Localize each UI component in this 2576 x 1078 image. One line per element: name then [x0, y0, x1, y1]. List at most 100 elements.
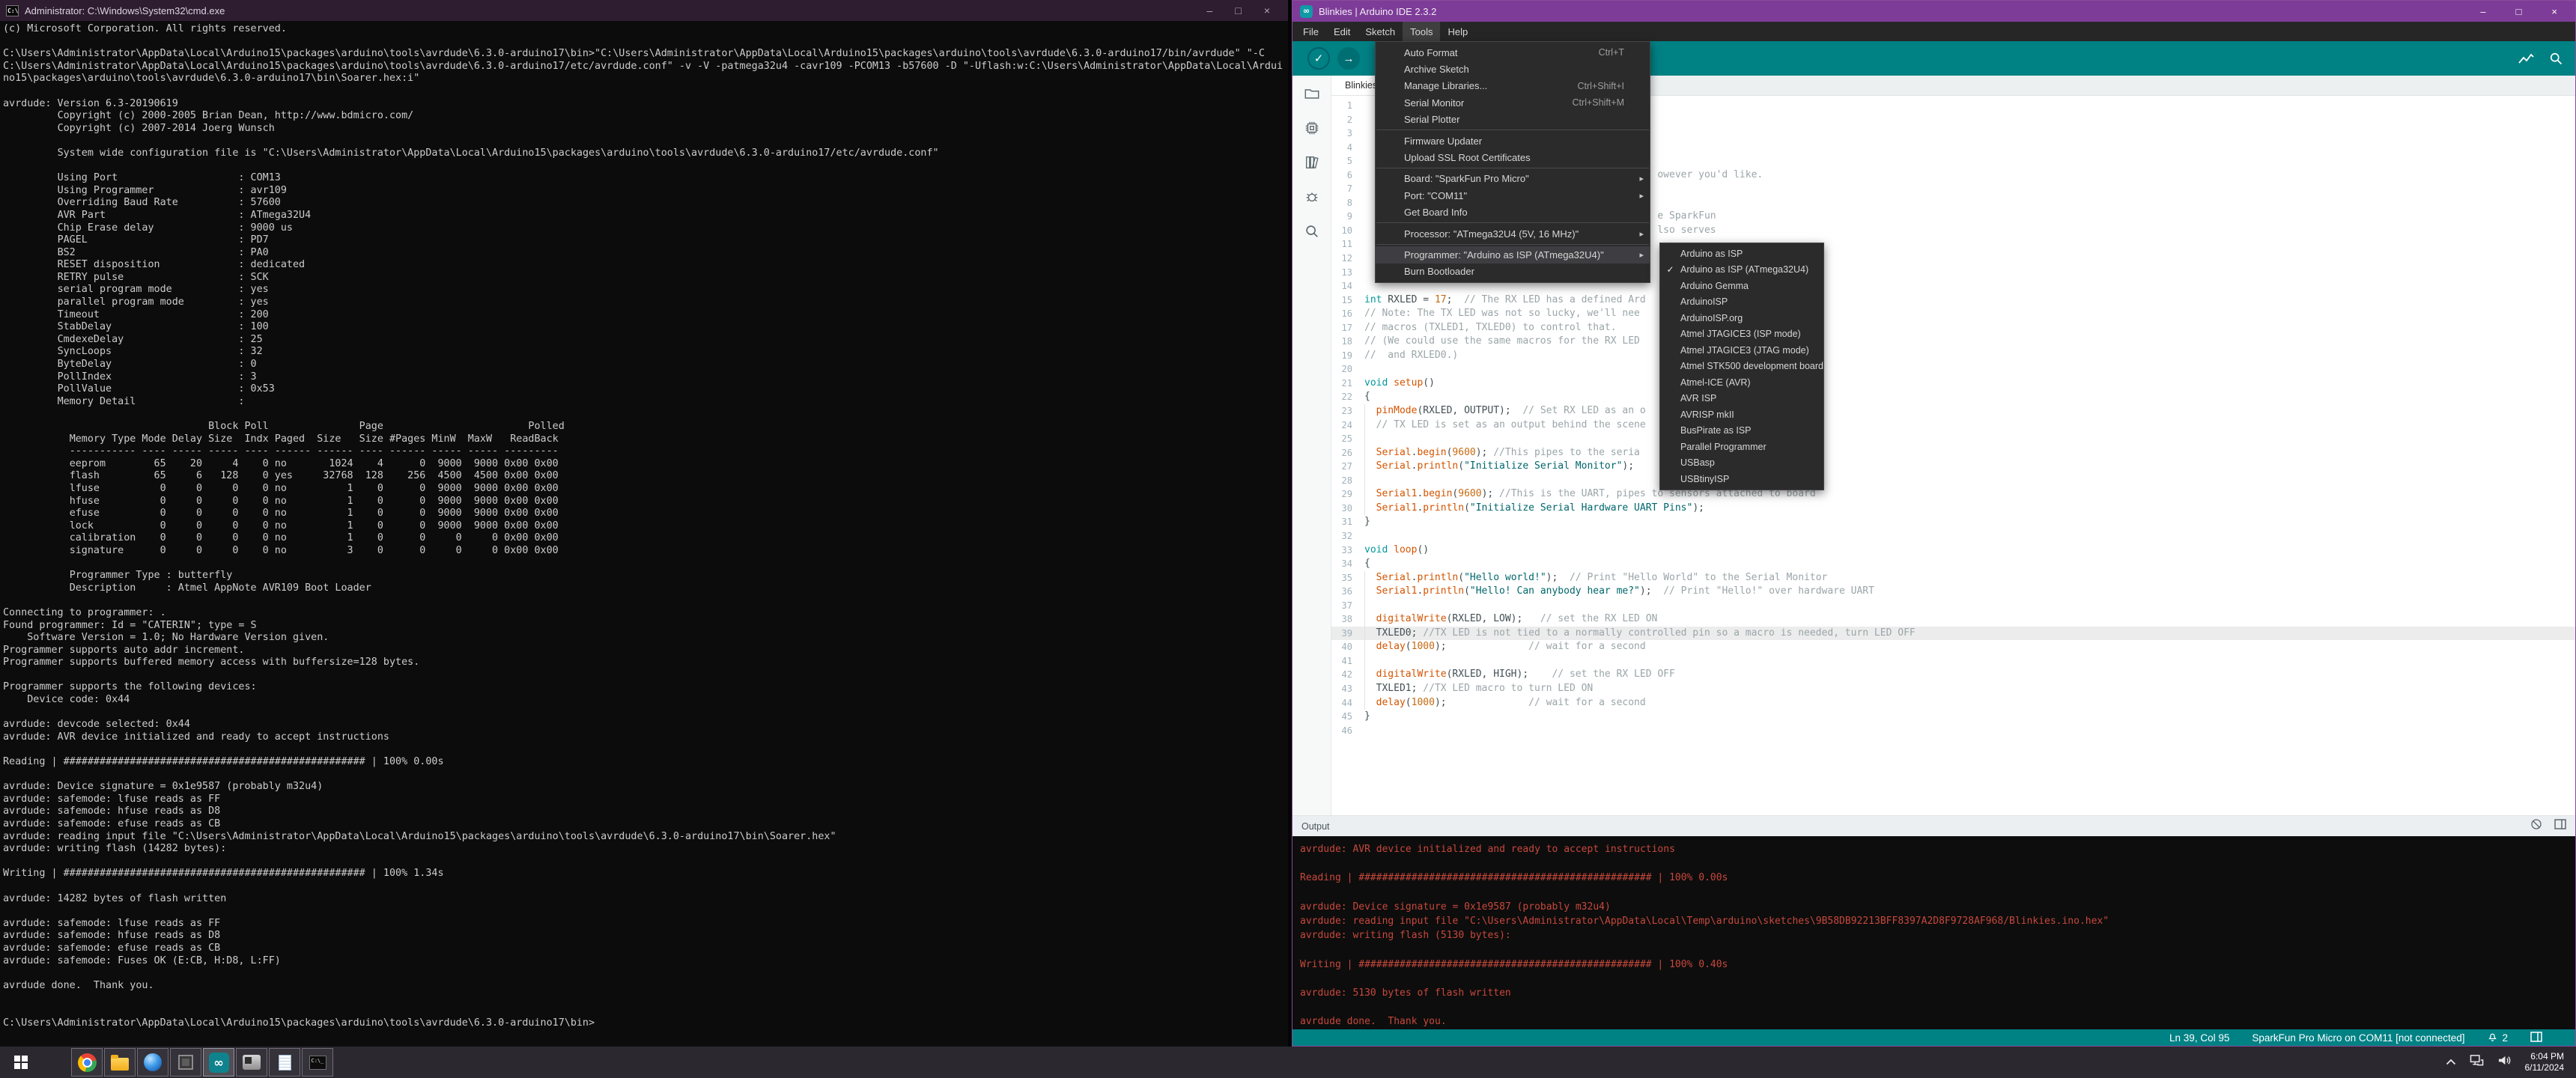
programmer-option-atmel-jtagice3-jtag-mode[interactable]: Atmel JTAGICE3 (JTAG mode): [1660, 342, 1823, 359]
code-line[interactable]: 38 digitalWrite(RXLED, LOW); // set the …: [1331, 612, 2575, 627]
terminal-minimize-button[interactable]: –: [1207, 4, 1213, 16]
code-line[interactable]: 45}: [1331, 710, 2575, 724]
menubar-item-sketch[interactable]: Sketch: [1358, 22, 1403, 41]
sidebar-boards-button[interactable]: [1298, 116, 1325, 143]
code-line[interactable]: 27 Serial.println("Initialize Serial Mon…: [1331, 460, 2575, 474]
notifications-badge[interactable]: 2: [2487, 1031, 2508, 1045]
programmer-option-usbasp[interactable]: USBasp: [1660, 455, 1823, 472]
programmer-option-arduino-as-isp-atmega32u4[interactable]: ✓Arduino as ISP (ATmega32U4): [1660, 262, 1823, 278]
board-status[interactable]: SparkFun Pro Micro on COM11 [not connect…: [2252, 1032, 2464, 1044]
terminal-close-button[interactable]: ×: [1264, 4, 1270, 16]
programmer-option-arduino-gemma[interactable]: Arduino Gemma: [1660, 278, 1823, 294]
code-line[interactable]: 17// macros (TXLED1, TXLED0) to control …: [1331, 321, 2575, 335]
tray-chevron-up-icon[interactable]: [2446, 1056, 2456, 1069]
code-line[interactable]: 36 Serial1.println("Hello! Can anybody h…: [1331, 585, 2575, 599]
menubar-item-help[interactable]: Help: [1440, 22, 1475, 41]
tools-menu-item-firmware-updater[interactable]: Firmware Updater: [1376, 133, 1650, 149]
programmer-device-taskbar-button[interactable]: [236, 1048, 267, 1077]
toggle-panel-icon[interactable]: [2530, 1032, 2542, 1044]
terminal-titlebar[interactable]: C:\ Administrator: C:\Windows\System32\c…: [0, 0, 1288, 21]
globe-taskbar-button[interactable]: [137, 1048, 168, 1077]
code-line[interactable]: 18// (We could use the same macros for t…: [1331, 335, 2575, 349]
tools-menu-item-board-sparkfun-pro-micro[interactable]: Board: "SparkFun Pro Micro"▸: [1376, 171, 1650, 187]
code-line[interactable]: 20: [1331, 362, 2575, 377]
code-line[interactable]: 34{: [1331, 557, 2575, 571]
tools-menu-item-burn-bootloader[interactable]: Burn Bootloader: [1376, 264, 1650, 280]
code-line[interactable]: 25: [1331, 432, 2575, 446]
tools-menu-item-get-board-info[interactable]: Get Board Info: [1376, 204, 1650, 221]
programmer-option-parallel-programmer[interactable]: Parallel Programmer: [1660, 439, 1823, 455]
network-icon[interactable]: [2470, 1054, 2484, 1071]
tools-menu-item-processor-atmega32u4-5v-16-mhz[interactable]: Processor: "ATmega32U4 (5V, 16 MHz)"▸: [1376, 225, 1650, 242]
output-console[interactable]: avrdude: AVR device initialized and read…: [1292, 836, 2575, 1029]
sidebar-debug-button[interactable]: [1298, 185, 1325, 212]
tools-menu-item-manage-libraries[interactable]: Manage Libraries...Ctrl+Shift+I: [1376, 78, 1650, 94]
programmer-option-usbtinyisp[interactable]: USBtinyISP: [1660, 471, 1823, 487]
upload-button[interactable]: →: [1337, 47, 1360, 70]
sidebar-library-button[interactable]: [1298, 150, 1325, 177]
serial-monitor-icon[interactable]: [2548, 51, 2563, 70]
code-line[interactable]: 46: [1331, 724, 2575, 738]
terminal-output[interactable]: (c) Microsoft Corporation. All rights re…: [0, 21, 1288, 1029]
code-line[interactable]: 41: [1331, 654, 2575, 669]
cmd-taskbar-button[interactable]: C:\_: [302, 1048, 333, 1077]
menubar-item-file[interactable]: File: [1295, 22, 1326, 41]
programmer-option-atmel-stk500-development-board[interactable]: Atmel STK500 development board: [1660, 359, 1823, 375]
tools-menu-item-serial-plotter[interactable]: Serial Plotter: [1376, 112, 1650, 128]
code-line[interactable]: 23 pinMode(RXLED, OUTPUT); // Set RX LED…: [1331, 404, 2575, 418]
tools-menu-item-upload-ssl-root-certificates[interactable]: Upload SSL Root Certificates: [1376, 149, 1650, 165]
menubar-item-edit[interactable]: Edit: [1326, 22, 1358, 41]
code-line[interactable]: 44 delay(1000); // wait for a second: [1331, 696, 2575, 710]
code-line[interactable]: 29 Serial1.begin(9600); //This is the UA…: [1331, 487, 2575, 502]
code-line[interactable]: 15int RXLED = 17; // The RX LED has a de…: [1331, 293, 2575, 308]
verify-button[interactable]: ✓: [1307, 47, 1330, 70]
chip-taskbar-button[interactable]: [170, 1048, 201, 1077]
task-view-taskbar-button[interactable]: [38, 1048, 70, 1077]
code-line[interactable]: 26 Serial.begin(9600); //This pipes to t…: [1331, 446, 2575, 460]
toggle-output-icon[interactable]: [2554, 819, 2566, 833]
ide-titlebar[interactable]: ∞ Blinkies | Arduino IDE 2.3.2 – □ ×: [1292, 1, 2575, 22]
programmer-option-arduinoisp-org[interactable]: ArduinoISP.org: [1660, 310, 1823, 326]
arduino-taskbar-button[interactable]: ∞: [203, 1048, 234, 1077]
programmer-option-atmel-jtagice3-isp-mode[interactable]: Atmel JTAGICE3 (ISP mode): [1660, 326, 1823, 343]
clear-output-icon[interactable]: [2530, 818, 2542, 834]
code-line[interactable]: 35 Serial.println("Hello world!"); // Pr…: [1331, 571, 2575, 585]
ide-minimize-button[interactable]: –: [2480, 6, 2485, 17]
file-explorer-taskbar-button[interactable]: [104, 1048, 136, 1077]
notepad-taskbar-button[interactable]: [269, 1048, 300, 1077]
tools-menu-item-auto-format[interactable]: Auto FormatCtrl+T: [1376, 44, 1650, 61]
serial-plotter-icon[interactable]: [2518, 52, 2535, 69]
code-line[interactable]: 24 // TX LED is set as an output behind …: [1331, 418, 2575, 433]
programmer-option-buspirate-as-isp[interactable]: BusPirate as ISP: [1660, 423, 1823, 439]
programmer-option-arduinoisp[interactable]: ArduinoISP: [1660, 294, 1823, 311]
code-line[interactable]: 33void loop(): [1331, 543, 2575, 558]
ide-maximize-button[interactable]: □: [2516, 6, 2522, 17]
programmer-option-avrisp-mkii[interactable]: AVRISP mkII: [1660, 406, 1823, 423]
code-line[interactable]: 37: [1331, 599, 2575, 613]
code-line[interactable]: 19// and RXLED0.): [1331, 349, 2575, 363]
tools-menu-item-serial-monitor[interactable]: Serial MonitorCtrl+Shift+M: [1376, 94, 1650, 111]
menubar-item-tools[interactable]: Tools: [1403, 22, 1440, 41]
tools-menu-item-port-com11[interactable]: Port: "COM11"▸: [1376, 187, 1650, 204]
code-line[interactable]: 22{: [1331, 390, 2575, 404]
programmer-option-atmel-ice-avr[interactable]: Atmel-ICE (AVR): [1660, 374, 1823, 391]
code-line[interactable]: 40 delay(1000); // wait for a second: [1331, 640, 2575, 654]
code-line[interactable]: 21void setup(): [1331, 377, 2575, 391]
code-line[interactable]: 32: [1331, 529, 2575, 543]
chrome-taskbar-button[interactable]: [71, 1048, 103, 1077]
terminal-maximize-button[interactable]: □: [1235, 4, 1241, 16]
tools-menu-item-programmer-arduino-as-isp-atmega32u4[interactable]: Programmer: "Arduino as ISP (ATmega32U4)…: [1376, 246, 1650, 263]
volume-icon[interactable]: [2497, 1054, 2512, 1071]
code-line[interactable]: 31}: [1331, 515, 2575, 529]
sidebar-sketchbook-button[interactable]: [1298, 82, 1325, 109]
programmer-option-arduino-as-isp[interactable]: Arduino as ISP: [1660, 246, 1823, 262]
code-line[interactable]: 39 TXLED0; //TX LED is not tied to a nor…: [1331, 627, 2575, 641]
start-taskbar-button[interactable]: [5, 1048, 37, 1077]
ide-close-button[interactable]: ×: [2551, 6, 2557, 17]
programmer-option-avr-isp[interactable]: AVR ISP: [1660, 391, 1823, 407]
sidebar-search-button[interactable]: [1298, 219, 1325, 246]
tools-menu-item-archive-sketch[interactable]: Archive Sketch: [1376, 61, 1650, 77]
code-line[interactable]: 42 digitalWrite(RXLED, HIGH); // set the…: [1331, 668, 2575, 682]
code-line[interactable]: 43 TXLED1; //TX LED macro to turn LED ON: [1331, 682, 2575, 696]
taskbar-clock[interactable]: 6:04 PM 6/11/2024: [2525, 1051, 2565, 1074]
